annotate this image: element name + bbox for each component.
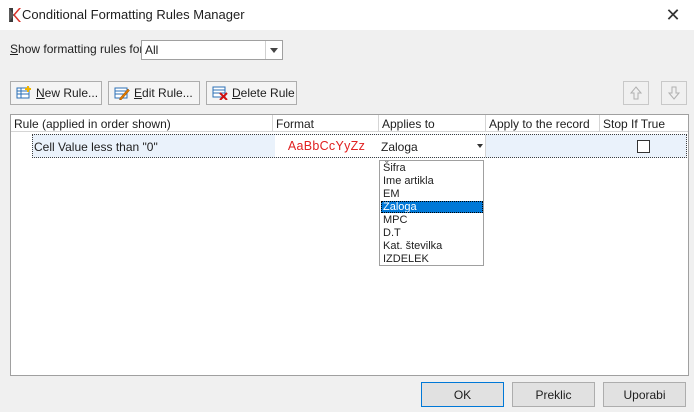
- move-down-button[interactable]: [661, 81, 687, 105]
- new-rule-button[interactable]: New Rule...: [10, 81, 102, 105]
- column-header-applies-to[interactable]: Applies to: [379, 115, 486, 132]
- show-rules-label-text: how formatting rules for:: [18, 42, 147, 56]
- window-title: Conditional Formatting Rules Manager: [22, 7, 245, 22]
- column-header-apply-to-record[interactable]: Apply to the record: [486, 115, 600, 132]
- rule-condition-cell[interactable]: Cell Value less than "0": [33, 135, 273, 157]
- column-header-stop-if-true[interactable]: Stop If True: [600, 115, 688, 132]
- list-item[interactable]: Kat. številka: [381, 240, 483, 252]
- ok-button[interactable]: OK: [421, 382, 504, 407]
- edit-rule-label-text: dit Rule...: [142, 86, 193, 100]
- show-rules-label-mnemonic: S: [10, 42, 19, 56]
- devexpress-icon: [6, 7, 22, 23]
- show-rules-selected-value: All: [145, 43, 159, 57]
- new-rule-label-text: ew Rule...: [44, 86, 99, 100]
- list-item[interactable]: MPC: [381, 214, 483, 226]
- applies-to-value: Zaloga: [381, 140, 418, 154]
- column-header-rule[interactable]: Rule (applied in order shown): [11, 115, 273, 132]
- chevron-down-icon[interactable]: [477, 144, 483, 148]
- cancel-button[interactable]: Preklic: [512, 382, 595, 407]
- edit-rule-label: Edit Rule...: [134, 86, 193, 100]
- format-preview-cell[interactable]: AaBbCcYyZz: [275, 135, 378, 157]
- new-rule-label: New Rule...: [36, 86, 98, 100]
- arrow-up-icon: [630, 86, 642, 100]
- edit-rule-mnemonic: E: [134, 86, 143, 100]
- delete-rule-button[interactable]: Delete Rule: [206, 81, 297, 105]
- list-item[interactable]: D.T: [381, 227, 483, 239]
- close-button[interactable]: ✕: [652, 0, 694, 30]
- edit-rule-button[interactable]: Edit Rule...: [108, 81, 200, 105]
- delete-rule-icon: [212, 86, 228, 100]
- new-rule-icon: [16, 86, 31, 99]
- applies-to-dropdown-list[interactable]: Šifra Ime artikla EM Zaloga MPC D.T Kat.…: [379, 160, 484, 266]
- edit-rule-icon: [114, 87, 130, 100]
- rules-grid[interactable]: Rule (applied in order shown) Format App…: [10, 114, 689, 376]
- applies-to-editor[interactable]: Zaloga: [378, 135, 486, 157]
- delete-rule-label: Delete Rule: [232, 86, 295, 100]
- move-up-button[interactable]: [623, 81, 649, 105]
- show-rules-label: Show formatting rules for:: [10, 42, 147, 56]
- list-item[interactable]: Šifra: [381, 162, 483, 174]
- list-item[interactable]: IZDELEK: [381, 253, 483, 265]
- show-rules-select[interactable]: All: [141, 40, 283, 60]
- list-item[interactable]: EM: [381, 188, 483, 200]
- table-row[interactable]: Cell Value less than "0" AaBbCcYyZz Zalo…: [32, 134, 687, 158]
- arrow-down-icon: [668, 86, 680, 100]
- column-header-format[interactable]: Format: [273, 115, 379, 132]
- list-item-selected[interactable]: Zaloga: [381, 201, 483, 213]
- delete-rule-mnemonic: D: [232, 86, 241, 100]
- close-icon: ✕: [665, 4, 681, 25]
- new-rule-mnemonic: N: [36, 86, 45, 100]
- chevron-down-icon[interactable]: [265, 41, 282, 59]
- apply-button[interactable]: Uporabi: [603, 382, 686, 407]
- stop-if-true-checkbox[interactable]: [637, 140, 650, 153]
- list-item[interactable]: Ime artikla: [381, 175, 483, 187]
- delete-rule-label-text: elete Rule: [240, 86, 295, 100]
